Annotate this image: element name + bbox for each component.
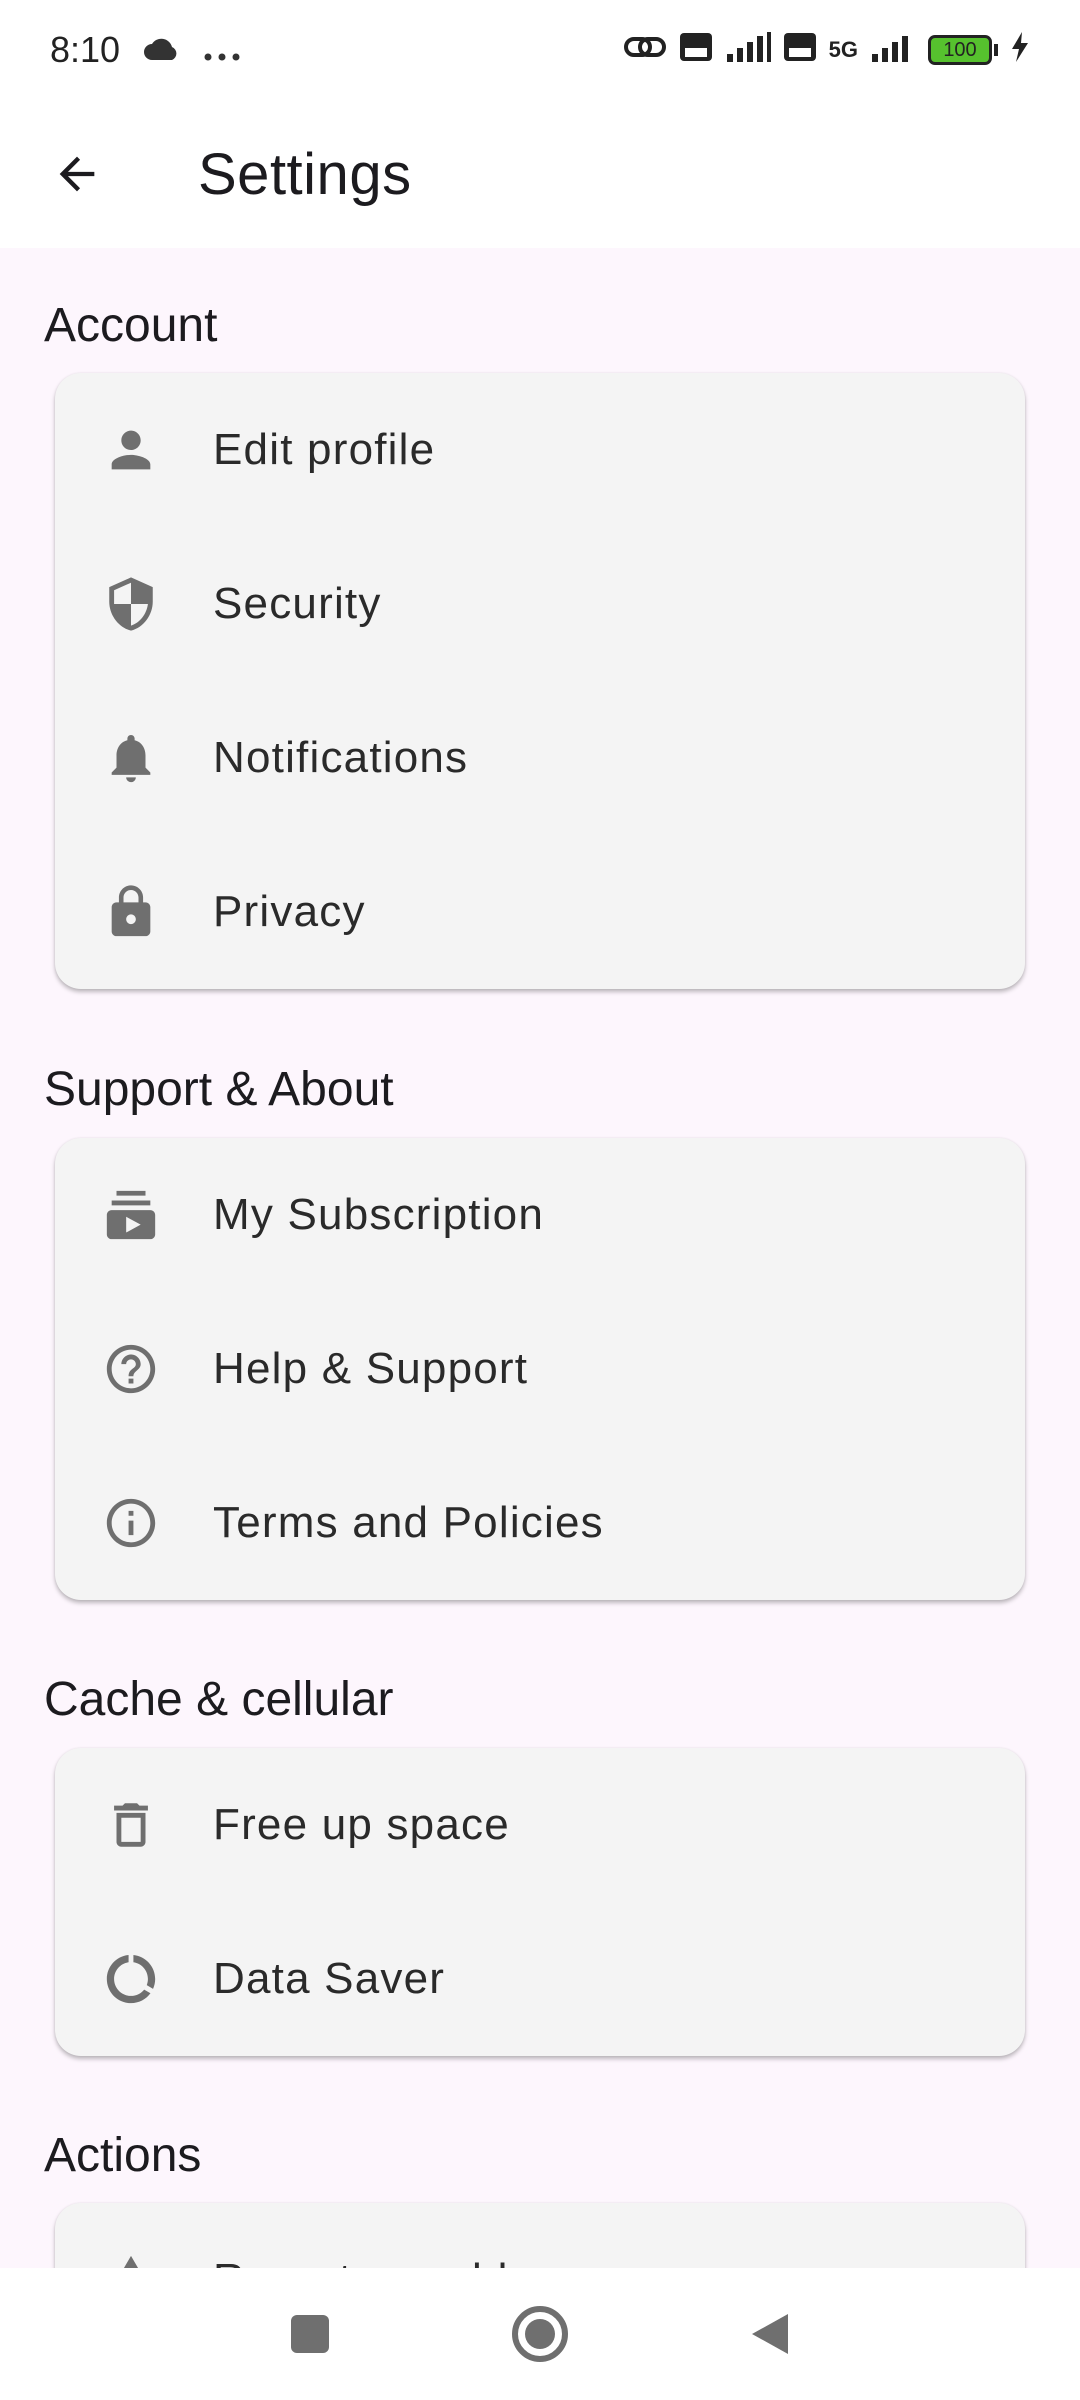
settings-item-label: Edit profile [213,425,436,474]
settings-item-label: Help & Support [213,1344,529,1393]
section-header-cache: Cache & cellular [44,1673,394,1726]
page-title: Settings [198,141,412,207]
settings-list[interactable]: Account Edit profile Security Notificati… [0,248,1080,2268]
bell-icon [101,728,161,788]
settings-item-security[interactable]: Security [55,527,1025,681]
section-header-account: Account [44,299,218,352]
settings-item-terms[interactable]: Terms and Policies [55,1446,1025,1600]
volte-icon-2 [783,29,817,71]
actions-card: Report a problem [55,2203,1025,2268]
data-saver-icon [101,1949,161,2009]
battery-icon: 100 [928,35,998,65]
help-icon [101,1339,161,1399]
recents-button[interactable] [270,2294,350,2374]
battery-level: 100 [928,35,992,65]
settings-item-privacy[interactable]: Privacy [55,835,1025,989]
settings-item-label: Security [213,579,382,628]
square-icon [291,2315,329,2353]
settings-item-label: Report a problem [213,2255,572,2268]
shield-icon [101,574,161,634]
status-time: 8:10 [50,29,121,70]
settings-item-notifications[interactable]: Notifications [55,681,1025,835]
charging-icon [1010,29,1030,71]
circle-icon [512,2306,568,2362]
trash-icon [101,1795,161,1855]
signal-icon-2 [870,29,916,71]
system-nav-bar [0,2268,1080,2400]
cache-card: Free up space Data Saver [55,1748,1025,2056]
section-header-support: Support & About [44,1063,394,1116]
account-card: Edit profile Security Notifications Priv… [55,373,1025,989]
person-icon [101,420,161,480]
settings-item-label: Privacy [213,887,366,936]
support-card: My Subscription Help & Support Terms and… [55,1138,1025,1600]
settings-item-label: Terms and Policies [213,1498,604,1547]
back-nav-button[interactable] [730,2294,810,2374]
volte-icon [679,29,713,71]
settings-item-data-saver[interactable]: Data Saver [55,1902,1025,2056]
settings-item-label: Notifications [213,733,469,782]
settings-item-free-space[interactable]: Free up space [55,1748,1025,1902]
link-icon [623,29,667,71]
settings-item-subscription[interactable]: My Subscription [55,1138,1025,1292]
status-bar: 8:10 5G 100 [0,0,1080,100]
back-button[interactable] [22,119,132,229]
cloud-icon [142,29,182,71]
settings-item-label: Free up space [213,1800,510,1849]
network-type-label: 5G [828,37,858,62]
lock-icon [101,882,161,942]
more-notifications-icon [204,29,240,71]
settings-item-help[interactable]: Help & Support [55,1292,1025,1446]
triangle-back-icon [752,2314,788,2354]
settings-item-report-problem[interactable]: Report a problem [55,2203,1025,2268]
warning-icon [101,2250,161,2268]
settings-item-label: Data Saver [213,1954,446,2003]
app-bar: Settings [0,100,1080,248]
subscriptions-icon [101,1185,161,1245]
section-header-actions: Actions [44,2129,202,2182]
info-icon [101,1493,161,1553]
settings-item-label: My Subscription [213,1190,545,1239]
settings-item-edit-profile[interactable]: Edit profile [55,373,1025,527]
arrow-back-icon [59,156,95,192]
home-button[interactable] [500,2294,580,2374]
signal-icon [725,29,771,71]
